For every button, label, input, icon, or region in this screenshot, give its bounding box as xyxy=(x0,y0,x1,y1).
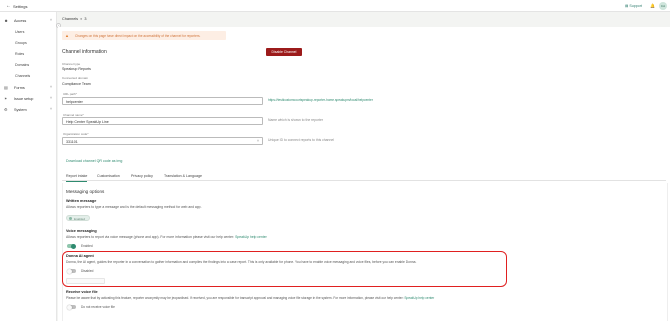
voice-desc-text: Allows reporters to report via voice mes… xyxy=(66,235,235,239)
sidebar-item-users[interactable]: Users xyxy=(0,27,57,36)
voice-file-help-link[interactable]: SpeakUp help center xyxy=(404,296,434,300)
voice-messaging-status: Enabled xyxy=(81,244,93,248)
bug-icon: ✶ xyxy=(4,96,8,101)
chevron-right-icon: ● xyxy=(80,17,83,21)
toggle-knob xyxy=(71,243,76,249)
sidebar-item-forms[interactable]: ▤ Forms ˅ xyxy=(0,83,57,92)
sidebar-item-access[interactable]: ☻ Access ˄ xyxy=(0,16,57,25)
connected-domain-value: Compliance Team xyxy=(62,82,91,86)
sidebar-item-roles[interactable]: Roles xyxy=(0,49,57,58)
ai-agent-status: Disabled xyxy=(81,269,94,273)
warning-text: Changes on this page have direct impact … xyxy=(75,33,201,38)
tab-report-intake[interactable]: Report intake xyxy=(66,174,88,182)
channel-name-hint: Name which is shown to the reporter xyxy=(268,117,324,122)
warning-banner: ▲ Changes on this page have direct impac… xyxy=(62,31,226,40)
document-icon: ▤ xyxy=(4,85,8,90)
bell-icon[interactable]: 🔔 xyxy=(650,3,655,8)
organization-code-select[interactable]: 331101 ˅ xyxy=(62,137,263,145)
voice-file-status: Do not receive voice file xyxy=(81,305,115,309)
settings-tabs: Report intake Customisation Privacy poli… xyxy=(62,171,666,182)
toggle-knob xyxy=(67,304,72,310)
ai-agent-desc: Donna, the AI agent, guides the reporter… xyxy=(66,260,417,264)
sidebar-item-system[interactable]: ⚙ System ˅ xyxy=(0,105,57,114)
ai-agent-config-field xyxy=(66,278,105,284)
sidebar-item-groups[interactable]: Groups xyxy=(0,38,57,47)
chevron-up-icon: ˄ xyxy=(50,18,53,22)
sidebar-item-label: Users xyxy=(15,29,25,34)
toggle-icon xyxy=(69,217,72,220)
tab-translation-language[interactable]: Translation & Language xyxy=(164,174,202,178)
chevron-down-icon: ˅ xyxy=(257,139,259,144)
chevron-down-icon: ˅ xyxy=(50,107,53,111)
url-path-value: helpcenter xyxy=(66,99,83,104)
disable-channel-button[interactable]: Disable Channel xyxy=(266,48,302,56)
breadcrumb: Channels ● 3 xyxy=(62,17,86,21)
top-bar: ← Settings ▤ Support 🔔 CA xyxy=(0,0,670,12)
messaging-options-heading: Messaging options xyxy=(66,189,105,194)
organization-code-value: 331101 xyxy=(66,139,78,144)
channel-name-value: Help Center SpeakUp Line xyxy=(66,119,109,124)
tab-privacy-policy[interactable]: Privacy policy xyxy=(131,174,153,178)
sidebar: ‹ ☻ Access ˄ Users Groups Roles Domains … xyxy=(0,12,61,321)
ai-agent-title: Donna AI agent xyxy=(66,254,94,258)
breadcrumb-channels[interactable]: Channels xyxy=(62,17,78,21)
page-title: Settings xyxy=(13,3,28,9)
sidebar-item-label: Groups xyxy=(15,40,27,45)
url-path-input[interactable]: helpcenter xyxy=(62,97,263,105)
tab-customisation[interactable]: Customisation xyxy=(97,174,120,178)
sidebar-item-channels[interactable]: Channels xyxy=(0,71,57,80)
sidebar-item-label: Roles xyxy=(15,51,25,56)
sidebar-item-domains[interactable]: Domains xyxy=(0,60,57,69)
sidebar-item-label: Issue setup xyxy=(14,96,34,101)
sidebar-item-label: Channels xyxy=(15,73,31,78)
sidebar-item-label: Forms xyxy=(14,85,25,90)
voice-messaging-desc: Allows reporters to report via voice mes… xyxy=(66,235,267,239)
written-message-chip: Enabled xyxy=(66,215,90,221)
written-message-title: Written message xyxy=(66,199,97,203)
download-qr-link[interactable]: Download channel QR code as img xyxy=(66,159,122,163)
url-path-label: URL path* xyxy=(63,92,77,96)
voice-file-desc: Please be aware that by activating this … xyxy=(66,296,434,300)
sidebar-item-label: Access xyxy=(14,18,27,23)
support-label: Support xyxy=(629,3,642,8)
chevron-down-icon: ˅ xyxy=(50,96,53,100)
warning-icon: ▲ xyxy=(65,33,69,38)
ai-agent-toggle[interactable] xyxy=(67,268,76,274)
voice-messaging-toggle[interactable] xyxy=(67,243,76,249)
chip-label: Enabled xyxy=(74,216,86,221)
arrow-left-icon[interactable]: ← xyxy=(6,3,11,9)
channel-information-heading: Channel information xyxy=(62,49,107,55)
avatar[interactable]: CA xyxy=(659,2,667,10)
channel-name-input[interactable]: Help Center SpeakUp Line xyxy=(62,117,263,125)
toggle-knob xyxy=(67,268,72,274)
channel-url-link[interactable]: https://testlcustomcourtspeakup-reporter… xyxy=(268,98,373,102)
support-link[interactable]: ▤ Support xyxy=(625,4,642,8)
voice-messaging-title: Voice messaging xyxy=(66,229,97,233)
channel-type-label: Channel type xyxy=(62,62,81,66)
breadcrumb-current: 3 xyxy=(84,17,87,21)
voice-file-desc-text: Please be aware that by activating this … xyxy=(66,296,404,300)
organization-code-label: Organization code* xyxy=(63,132,89,136)
connected-domain-label: Connected domain xyxy=(62,76,88,80)
people-icon: ☻ xyxy=(4,18,9,23)
written-message-desc: Allows reporters to type a message and i… xyxy=(66,205,202,209)
channel-type-value: Speakrup Reports xyxy=(62,67,91,71)
gear-icon: ⚙ xyxy=(4,107,8,112)
voice-file-toggle[interactable] xyxy=(67,304,76,310)
voice-file-title: Receive voice file xyxy=(66,290,98,294)
sidebar-item-issue-setup[interactable]: ✶ Issue setup ˅ xyxy=(0,94,57,103)
chevron-down-icon: ˅ xyxy=(50,85,53,89)
sidebar-item-label: Domains xyxy=(15,62,30,67)
highlight-box xyxy=(62,251,507,287)
voice-help-link[interactable]: SpeakUp help center xyxy=(235,235,267,239)
organization-code-hint: Unique ID to connect reports to this cha… xyxy=(268,137,334,142)
sidebar-item-label: System xyxy=(14,107,27,112)
